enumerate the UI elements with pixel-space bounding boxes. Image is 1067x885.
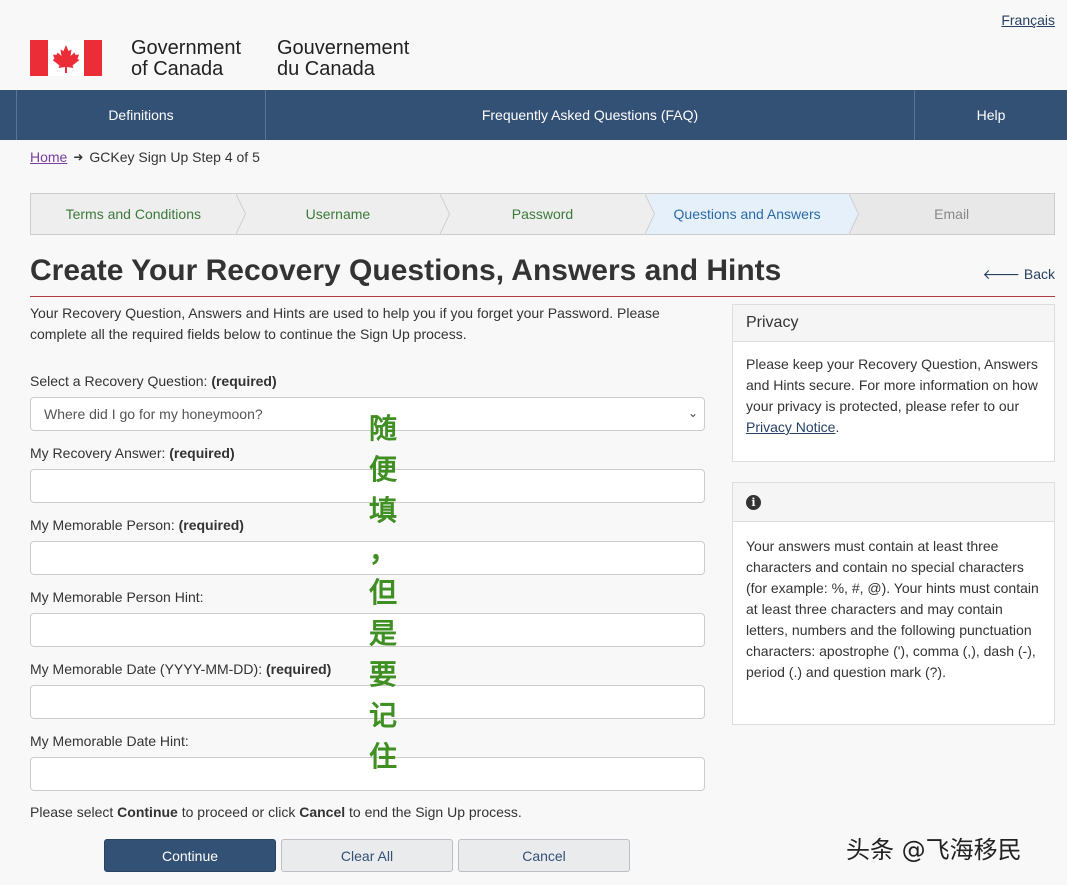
answer-label: My Recovery Answer: (required): [30, 445, 235, 461]
nav-item-help[interactable]: Help: [915, 90, 1067, 140]
memorable-date-hint-label: My Memorable Date Hint:: [30, 733, 189, 749]
arrow-left-icon: 🡐: [982, 266, 1020, 282]
info-panel: i Your answers must contain at least thr…: [732, 482, 1055, 725]
overlay-annotation: 随 便 填 ， 但 是 要 记 住: [368, 412, 397, 773]
breadcrumb-home-link[interactable]: Home: [30, 149, 67, 165]
back-link[interactable]: 🡐 Back: [982, 266, 1055, 283]
step-questions-and-answers: Questions and Answers: [644, 193, 859, 235]
site-header: Government of Canada Gouvernement du Can…: [0, 0, 1067, 90]
step-password: Password: [440, 193, 655, 235]
breadcrumb: Home ➜ GCKey Sign Up Step 4 of 5: [30, 149, 260, 165]
proceed-instructions: Please select Continue to proceed or cli…: [30, 804, 522, 820]
page-title: Create Your Recovery Questions, Answers …: [30, 254, 782, 287]
continue-button[interactable]: Continue: [104, 839, 276, 872]
progress-steps: Terms and Conditions Username Password Q…: [30, 193, 1055, 235]
info-panel-header: i: [733, 483, 1054, 522]
watermark-credit: 头条 @飞海移民: [846, 836, 1022, 864]
clear-all-button[interactable]: Clear All: [281, 839, 453, 872]
memorable-person-label: My Memorable Person: (required): [30, 517, 244, 533]
privacy-panel-title: Privacy: [733, 305, 1054, 342]
memorable-person-hint-label: My Memorable Person Hint:: [30, 589, 204, 605]
info-panel-body: Your answers must contain at least three…: [746, 538, 1039, 680]
privacy-panel-body: Please keep your Recovery Question, Answ…: [746, 356, 1038, 435]
cancel-button[interactable]: Cancel: [458, 839, 630, 872]
privacy-notice-link[interactable]: Privacy Notice: [746, 419, 835, 435]
breadcrumb-current: GCKey Sign Up Step 4 of 5: [89, 149, 260, 165]
gouvernement-du-canada-wordmark: Gouvernement du Canada: [277, 37, 410, 80]
nav-item-definitions[interactable]: Definitions: [16, 90, 266, 140]
intro-text: Your Recovery Question, Answers and Hint…: [30, 305, 660, 342]
canada-flag-icon: [30, 40, 102, 76]
step-email: Email: [849, 194, 1054, 234]
step-terms-and-conditions: Terms and Conditions: [31, 193, 246, 235]
info-icon: i: [746, 494, 761, 510]
memorable-date-label: My Memorable Date (YYYY-MM-DD): (require…: [30, 661, 332, 677]
chevron-down-icon: ⌄: [687, 406, 698, 420]
question-label: Select a Recovery Question: (required): [30, 373, 277, 389]
nav-item-faq[interactable]: Frequently Asked Questions (FAQ): [266, 90, 915, 140]
arrow-right-icon: ➜: [73, 150, 84, 164]
privacy-panel: Privacy Please keep your Recovery Questi…: [732, 304, 1055, 462]
step-username: Username: [235, 193, 450, 235]
language-toggle-link[interactable]: Français: [1001, 12, 1055, 28]
main-nav: Definitions Frequently Asked Questions (…: [0, 90, 1067, 140]
title-divider: [30, 296, 1055, 297]
government-of-canada-wordmark: Government of Canada: [131, 37, 242, 80]
